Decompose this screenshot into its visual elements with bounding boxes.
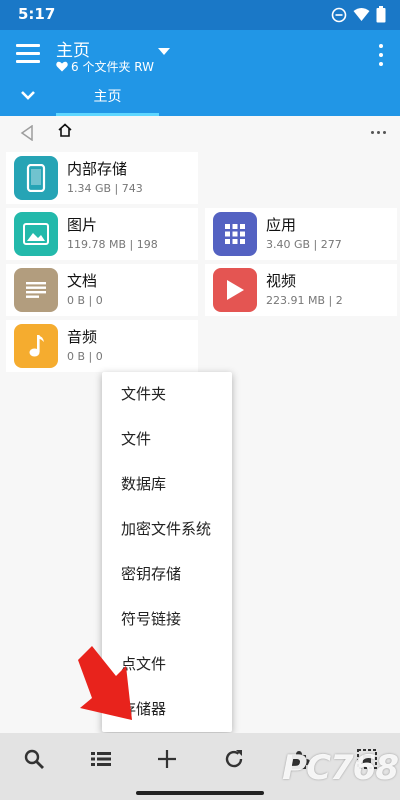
music-note-icon [14, 324, 58, 368]
path-more-icon[interactable] [371, 131, 386, 134]
status-bar: 5:17 [0, 0, 400, 30]
list-view-icon[interactable] [89, 747, 113, 771]
tile-meta: 3.40 GB | 277 [266, 238, 342, 251]
app-subtitle[interactable]: 6 个文件夹 RW [56, 58, 154, 75]
home-icon[interactable] [58, 123, 72, 137]
back-triangle-icon[interactable] [20, 125, 34, 141]
do-not-disturb-icon [331, 7, 347, 22]
tile-name: 应用 [266, 216, 297, 234]
document-icon [14, 268, 58, 312]
overflow-menu-icon[interactable] [378, 44, 384, 66]
tile-meta: 223.91 MB | 2 [266, 294, 343, 307]
menu-item-file[interactable]: 文件 [102, 417, 232, 462]
watermark-logo: PC768 [282, 748, 399, 788]
add-icon[interactable] [155, 747, 179, 771]
menu-item-keystore[interactable]: 密钥存储 [102, 552, 232, 597]
phone-icon [14, 156, 58, 200]
play-icon [213, 268, 257, 312]
tile-pictures[interactable]: 图片 119.78 MB | 198 [6, 208, 198, 260]
tile-meta: 1.34 GB | 743 [67, 182, 143, 195]
tile-name: 图片 [67, 216, 98, 234]
tile-videos[interactable]: 视频 223.91 MB | 2 [205, 264, 397, 316]
wifi-icon [353, 8, 370, 21]
tile-audio[interactable]: 音频 0 B | 0 [6, 320, 198, 372]
menu-item-encrypted-fs[interactable]: 加密文件系统 [102, 507, 232, 552]
apps-grid-icon [213, 212, 257, 256]
subtitle-text: 6 个文件夹 RW [71, 60, 154, 74]
tile-meta: 0 B | 0 [67, 294, 103, 307]
menu-item-database[interactable]: 数据库 [102, 462, 232, 507]
menu-item-folder[interactable]: 文件夹 [102, 372, 232, 417]
path-bar [0, 116, 400, 150]
tile-name: 音频 [67, 328, 98, 346]
annotation-arrow-icon [78, 646, 132, 720]
home-gesture-pill[interactable] [136, 791, 264, 795]
heart-icon [56, 61, 68, 72]
menu-item-symlink[interactable]: 符号链接 [102, 597, 232, 642]
tab-home[interactable]: 主页 [56, 82, 159, 116]
tile-name: 文档 [67, 272, 98, 290]
tile-internal-storage[interactable]: 内部存储 1.34 GB | 743 [6, 152, 198, 204]
tile-meta: 119.78 MB | 198 [67, 238, 158, 251]
system-nav-bar [0, 783, 400, 800]
status-icons [331, 6, 386, 23]
hamburger-menu-icon[interactable] [16, 44, 40, 64]
refresh-icon[interactable] [222, 747, 246, 771]
tab-home-label: 主页 [93, 89, 122, 105]
battery-icon [376, 6, 386, 23]
tile-documents[interactable]: 文档 0 B | 0 [6, 264, 198, 316]
search-icon[interactable] [22, 747, 46, 771]
chevron-down-icon[interactable] [20, 90, 36, 100]
tile-name: 视频 [266, 272, 297, 290]
image-icon [14, 212, 58, 256]
tile-meta: 0 B | 0 [67, 350, 103, 363]
status-time: 5:17 [18, 5, 56, 23]
tile-apps[interactable]: 应用 3.40 GB | 277 [205, 208, 397, 260]
tile-name: 内部存储 [67, 160, 128, 178]
dropdown-arrow-icon[interactable] [158, 48, 170, 55]
app-bar: 主页 6 个文件夹 RW 主页 [0, 30, 400, 116]
